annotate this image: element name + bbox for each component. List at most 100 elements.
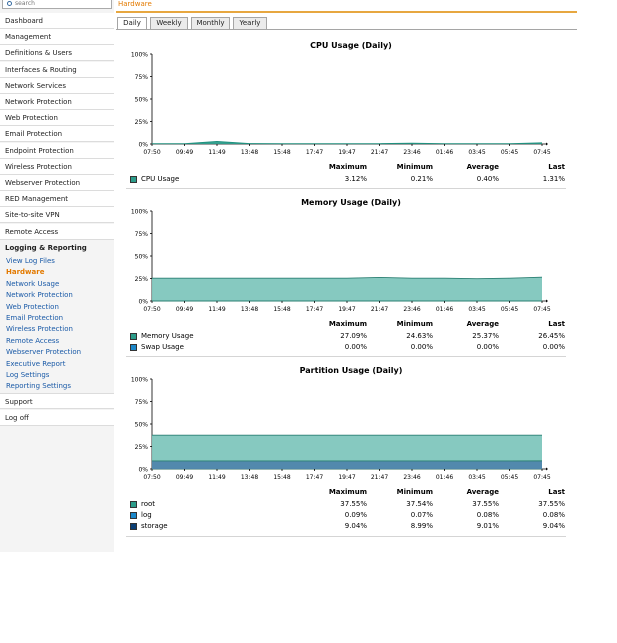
x-axis-arrow xyxy=(546,142,548,146)
stats-header-min: Minimum xyxy=(396,320,433,328)
x-tick-label: 21:47 xyxy=(371,149,388,156)
sidebar-item-network-services[interactable]: Network Services xyxy=(0,77,114,94)
stats-header-max: Maximum xyxy=(328,163,367,171)
legend-swatch xyxy=(130,501,137,508)
sidebar-item-site-to-site-vpn[interactable]: Site-to-site VPN xyxy=(0,207,114,224)
sidebar-item-management[interactable]: Management xyxy=(0,29,114,46)
stat-min: 0.07% xyxy=(410,511,433,520)
submenu-item-hardware[interactable]: Hardware xyxy=(6,267,44,278)
x-tick-label: 03:45 xyxy=(468,149,485,156)
sidebar-item-log-off[interactable]: Log off xyxy=(0,409,114,426)
x-tick-label: 19:47 xyxy=(338,149,355,156)
sidebar-item-webserver-protection[interactable]: Webserver Protection xyxy=(0,175,114,191)
sidebar-item-endpoint-protection[interactable]: Endpoint Protection xyxy=(0,142,114,159)
stat-last: 37.55% xyxy=(538,500,565,508)
stat-max: 0.09% xyxy=(344,511,367,520)
y-tick-label: 75% xyxy=(135,399,149,406)
submenu-item-email-protection[interactable]: Email Protection xyxy=(6,313,63,324)
sidebar-item-definitions-and-users[interactable]: Definitions & Users xyxy=(0,45,114,62)
stats-row-memory-usage: Memory Usage 27.09% 24.63% 25.37% 26.45% xyxy=(130,331,572,342)
legend-swatch xyxy=(130,523,137,531)
x-tick-label: 03:45 xyxy=(468,306,485,313)
x-tick-label: 07:50 xyxy=(143,306,160,313)
series-line-memory-usage xyxy=(152,276,543,280)
x-tick-label: 23:46 xyxy=(403,474,420,481)
y-tick-label: 100% xyxy=(131,52,148,59)
stats-row-log: log 0.09% 0.07% 0.08% 0.08% xyxy=(130,510,572,521)
x-tick-label: 11:49 xyxy=(208,149,225,156)
x-tick-label: 01:46 xyxy=(436,474,453,481)
chart-memory-usage-daily: Memory Usage (Daily) 100% 75% 50% 25% 0% 07:50… xyxy=(126,198,576,358)
submenu-item-network-protection[interactable]: Network Protection xyxy=(6,290,73,301)
chart-plot: 100% 75% 50% 25% 0%07:50 09:49 11:49 13:48 15:48… xyxy=(131,52,551,157)
chart-cpu-usage-daily: CPU Usage (Daily) 100% 75% 50% 25% 0% 07:50 09:… xyxy=(126,41,576,196)
stats-header-row: Maximum Minimum Average Last xyxy=(130,487,572,498)
series-name: log xyxy=(141,511,152,520)
submenu-item-log-settings[interactable]: Log Settings xyxy=(6,370,49,381)
sidebar-item-dashboard[interactable]: Dashboard xyxy=(0,13,114,29)
y-tick-label: 50% xyxy=(135,422,149,429)
submenu-item-view-log-files[interactable]: View Log Files xyxy=(6,256,55,267)
series-area-storage xyxy=(152,460,542,469)
sidebar-item-remote-access[interactable]: Remote Access xyxy=(0,223,114,240)
submenu-item-remote-access[interactable]: Remote Access xyxy=(6,336,59,347)
page-title: Hardware xyxy=(118,0,152,8)
tab-divider xyxy=(116,29,577,30)
x-tick-label: 17:47 xyxy=(306,306,323,313)
search-input[interactable]: search xyxy=(2,0,112,9)
chart-plot: 100% 75% 50% 25% 0%07:50 09:49 11:49 13:48 15:48… xyxy=(131,209,551,314)
x-axis-arrow xyxy=(546,467,548,471)
x-tick-label: 09:49 xyxy=(176,149,193,156)
x-tick-label: 07:45 xyxy=(533,306,550,313)
x-tick-label: 15:48 xyxy=(273,474,290,481)
y-tick-label: 100% xyxy=(131,209,148,216)
stat-min: 0.00% xyxy=(410,343,433,352)
stats-header-max: Maximum xyxy=(328,488,367,496)
x-tick-label: 19:47 xyxy=(338,474,355,481)
sidebar-item-red-management[interactable]: RED Management xyxy=(0,191,114,208)
x-tick-label: 07:45 xyxy=(533,149,550,156)
tab-yearly[interactable]: Yearly xyxy=(233,17,267,29)
series-name: Swap Usage xyxy=(141,343,184,352)
chart-divider xyxy=(126,356,566,358)
stat-min: 0.21% xyxy=(410,175,433,183)
stat-last: 9.04% xyxy=(542,522,565,531)
submenu-item-network-usage[interactable]: Network Usage xyxy=(6,279,59,290)
y-tick-label: 100% xyxy=(131,377,148,384)
stat-avg: 0.08% xyxy=(476,511,499,520)
x-tick-label: 07:50 xyxy=(143,474,160,481)
sidebar-item-logging-and-reporting[interactable]: Logging & Reporting xyxy=(0,240,114,256)
legend-swatch xyxy=(130,344,137,352)
x-tick-label: 05:45 xyxy=(501,474,518,481)
stats-header-min: Minimum xyxy=(396,163,433,171)
stats-header-row: Maximum Minimum Average Last xyxy=(130,162,572,173)
stats-header-min: Minimum xyxy=(396,488,433,496)
submenu-item-reporting-settings[interactable]: Reporting Settings xyxy=(6,381,71,392)
tab-monthly[interactable]: Monthly xyxy=(191,17,230,29)
sidebar-item-support[interactable]: Support xyxy=(0,393,114,409)
submenu-item-executive-report[interactable]: Executive Report xyxy=(6,359,66,370)
stat-min: 8.99% xyxy=(410,522,433,531)
chart-divider xyxy=(126,188,566,190)
x-tick-label: 13:48 xyxy=(241,474,258,481)
submenu-item-web-protection[interactable]: Web Protection xyxy=(6,302,59,313)
x-tick-label: 05:45 xyxy=(501,149,518,156)
tab-weekly[interactable]: Weekly xyxy=(150,17,188,29)
sidebar-item-wireless-protection[interactable]: Wireless Protection xyxy=(0,158,114,175)
chart-plot: 100% 75% 50% 25% 0%07:50 09:49 11:49 13:48 15:48… xyxy=(131,377,551,482)
sidebar-item-web-protection[interactable]: Web Protection xyxy=(0,110,114,127)
stat-last: 0.00% xyxy=(542,343,565,352)
stat-min: 37.54% xyxy=(406,500,433,508)
x-tick-label: 23:46 xyxy=(403,306,420,313)
sidebar-item-email-protection[interactable]: Email Protection xyxy=(0,126,114,143)
search-icon xyxy=(7,1,12,6)
stat-avg: 37.55% xyxy=(472,500,499,508)
x-tick-label: 01:46 xyxy=(436,149,453,156)
y-tick-label: 25% xyxy=(135,444,149,451)
x-tick-label: 13:48 xyxy=(241,149,258,156)
sidebar-item-network-protection[interactable]: Network Protection xyxy=(0,94,114,110)
submenu-item-webserver-protection[interactable]: Webserver Protection xyxy=(6,347,81,358)
sidebar-item-interfaces-and-routing[interactable]: Interfaces & Routing xyxy=(0,61,114,78)
submenu-item-wireless-protection[interactable]: Wireless Protection xyxy=(6,324,73,335)
x-tick-label: 11:49 xyxy=(208,306,225,313)
